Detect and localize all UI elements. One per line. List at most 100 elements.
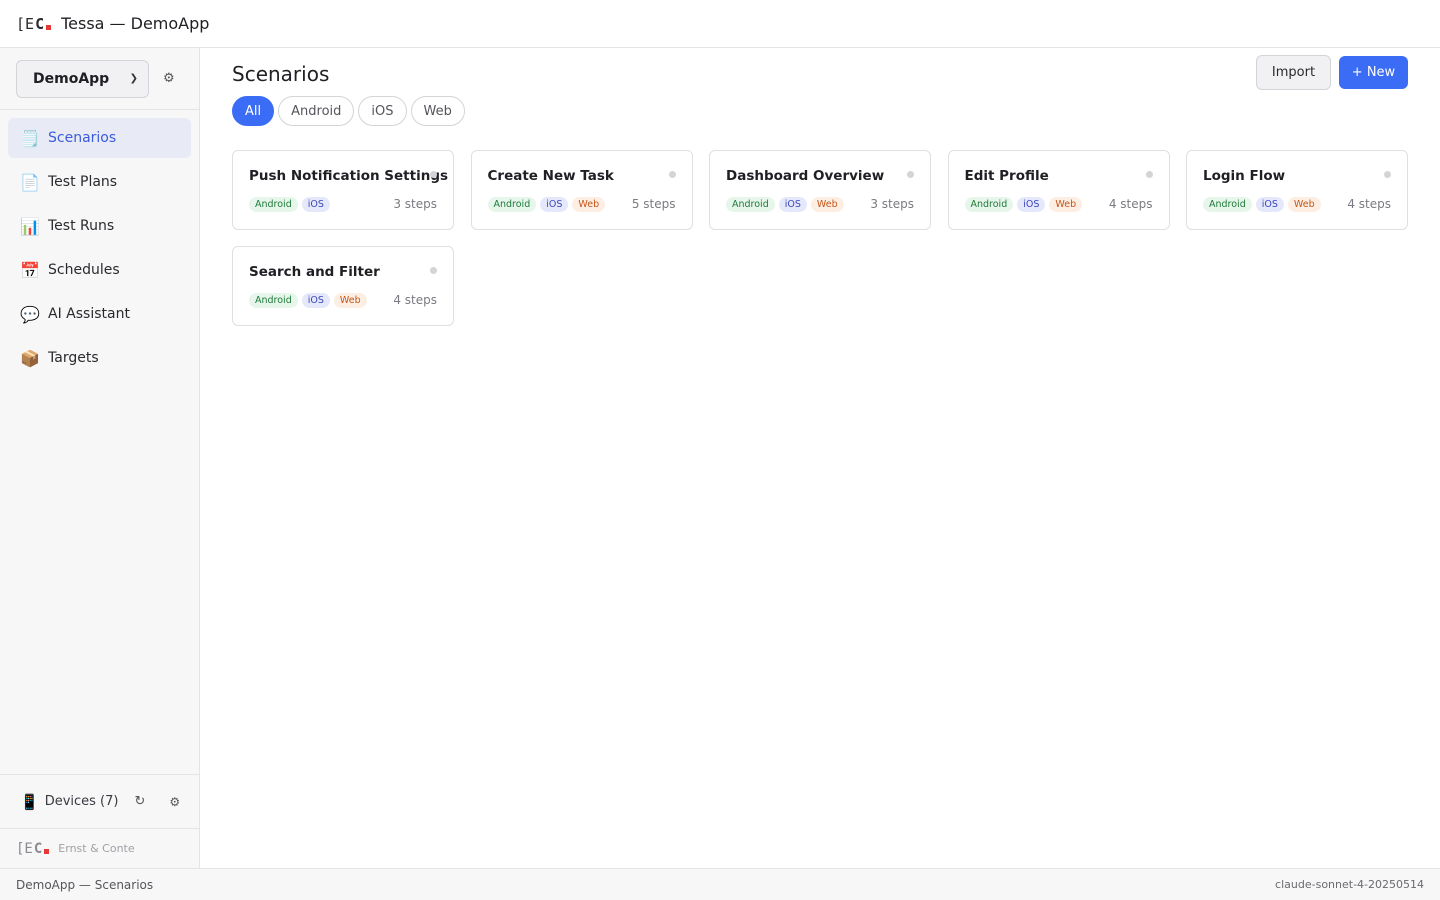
mobile-phone-icon: 📱 <box>20 792 39 811</box>
project-select[interactable]: DemoApp ❯ <box>16 59 149 98</box>
scenario-title: Create New Task <box>487 168 614 184</box>
status-dot-icon <box>430 171 437 178</box>
step-count: 4 steps <box>1108 197 1153 211</box>
sidebar-footer: [E C Ernst & Conte <box>0 828 199 868</box>
platform-badge-web: Web <box>333 293 367 308</box>
devices-label[interactable]: Devices (7) <box>45 794 119 809</box>
import-button[interactable]: Import <box>1256 55 1331 90</box>
footer-logo-red-square <box>44 848 50 854</box>
platform-badge-ios: iOS <box>301 197 330 212</box>
top-bar: [E C Tessa — DemoApp <box>0 0 1440 48</box>
scenario-card[interactable]: Push Notification Settings Android iOS 3 st… <box>232 150 454 230</box>
calendar-icon: 📅 <box>20 260 40 280</box>
filter-chip-android[interactable]: Android <box>278 96 355 126</box>
sidebar-item-ai-assistant[interactable]: 💬 AI Assistant <box>8 294 191 334</box>
app-title: Tessa — DemoApp <box>61 14 210 33</box>
sidebar-nav: 🗒️ Scenarios 📄 Test Plans 📊 Test Runs 📅 Schedul… <box>0 110 199 378</box>
platform-tags: Android iOS Web <box>1203 197 1321 212</box>
platform-badge-ios: iOS <box>778 197 807 212</box>
logo-red-square <box>46 24 52 30</box>
sidebar: DemoApp ❯ ⚙ 🗒️ Scenarios 📄 Test Plans 📊 Test … <box>0 48 200 868</box>
company-name: Ernst & Conte <box>58 842 135 855</box>
sidebar-item-label: Test Runs <box>48 218 115 234</box>
logo-c-text: C <box>35 14 45 33</box>
platform-badge-android: Android <box>249 293 298 308</box>
scenario-title: Edit Profile <box>964 168 1049 184</box>
platform-badge-ios: iOS <box>540 197 569 212</box>
gear-icon[interactable]: ⚙ <box>163 71 175 86</box>
platform-badge-android: Android <box>487 197 537 212</box>
platform-badge-web: Web <box>1049 197 1083 212</box>
refresh-icon[interactable]: ↻ <box>134 794 145 809</box>
platform-badge-android: Android <box>1203 197 1252 212</box>
tessa-logo: [E C <box>16 14 52 33</box>
platform-badge-ios: iOS <box>1017 197 1046 212</box>
platform-badge-web: Web <box>572 197 606 212</box>
document-icon: 📄 <box>20 172 40 192</box>
platform-badge-android: Android <box>964 197 1014 212</box>
platform-tags: Android iOS <box>249 197 330 212</box>
step-count: 3 steps <box>870 197 914 211</box>
page-title: Scenarios <box>232 62 330 86</box>
scenario-card[interactable]: Dashboard Overview Android iOS Web 3 steps <box>709 150 931 230</box>
scenario-card[interactable]: Edit Profile Android iOS Web 4 steps <box>947 150 1170 230</box>
filter-chip-ios[interactable]: iOS <box>358 96 407 126</box>
notepad-icon: 🗒️ <box>20 128 40 148</box>
status-bar: DemoApp — Scenarios claude-sonnet-4-2025… <box>0 868 1440 900</box>
scenario-card[interactable]: Search and Filter Android iOS Web 4 steps <box>232 246 454 326</box>
devices-row: 📱 Devices (7) ↻ ⚙ <box>0 774 199 828</box>
status-dot-icon <box>668 171 676 178</box>
sidebar-item-test-plans[interactable]: 📄 Test Plans <box>8 162 191 202</box>
sidebar-item-label: AI Assistant <box>48 306 130 322</box>
sidebar-item-test-runs[interactable]: 📊 Test Runs <box>8 206 191 246</box>
status-dot-icon <box>430 267 437 274</box>
logo-bracket-text: [E <box>16 14 35 33</box>
platform-tags: Android iOS Web <box>726 197 844 212</box>
platform-tags: Android iOS Web <box>487 197 606 212</box>
status-model: claude-sonnet-4-20250514 <box>1275 878 1424 891</box>
filter-chip-all[interactable]: All <box>232 96 275 126</box>
platform-filters: All Android iOS Web <box>232 96 465 126</box>
sidebar-item-label: Test Plans <box>48 174 118 190</box>
sidebar-item-targets[interactable]: 📦 Targets <box>8 338 191 378</box>
platform-badge-ios: iOS <box>301 293 330 308</box>
project-select-value: DemoApp <box>33 70 110 87</box>
sidebar-item-schedules[interactable]: 📅 Schedules <box>8 250 191 290</box>
scenario-title: Push Notification Settings <box>249 168 449 184</box>
platform-badge-ios: iOS <box>1255 197 1284 212</box>
scenario-card[interactable]: Login Flow Android iOS Web 4 steps <box>1186 150 1408 230</box>
package-icon: 📦 <box>20 348 40 368</box>
chevron-down-icon: ❯ <box>129 73 138 84</box>
bar-chart-icon: 📊 <box>20 216 40 236</box>
devices-gear-icon[interactable]: ⚙ <box>169 795 180 809</box>
company-logo: [E C <box>16 840 50 857</box>
project-row: DemoApp ❯ ⚙ <box>0 48 199 110</box>
scenario-title: Dashboard Overview <box>726 168 885 184</box>
platform-tags: Android iOS Web <box>249 293 367 308</box>
platform-badge-android: Android <box>249 197 298 212</box>
platform-badge-web: Web <box>810 197 844 212</box>
platform-badge-web: Web <box>1287 197 1321 212</box>
main-content: Scenarios Import + New All Android iOS Web … <box>200 48 1440 868</box>
filter-chip-web[interactable]: Web <box>410 96 465 126</box>
sidebar-item-label: Scenarios <box>48 130 117 146</box>
platform-tags: Android iOS Web <box>964 197 1083 212</box>
step-count: 4 steps <box>393 293 437 307</box>
step-count: 5 steps <box>631 197 676 211</box>
footer-logo-c-text: C <box>33 840 43 857</box>
speech-bubble-icon: 💬 <box>20 304 40 324</box>
platform-badge-android: Android <box>726 197 775 212</box>
sidebar-item-label: Schedules <box>48 262 120 278</box>
new-scenario-button[interactable]: + New <box>1339 56 1408 89</box>
status-dot-icon <box>907 171 914 178</box>
sidebar-item-scenarios[interactable]: 🗒️ Scenarios <box>8 118 191 158</box>
sidebar-item-label: Targets <box>48 350 99 366</box>
scenario-card[interactable]: Create New Task Android iOS Web 5 steps <box>470 150 693 230</box>
scenario-title: Login Flow <box>1203 168 1286 184</box>
scenario-title: Search and Filter <box>249 264 380 280</box>
footer-logo-bracket-text: [E <box>16 840 33 857</box>
step-count: 4 steps <box>1347 197 1391 211</box>
step-count: 3 steps <box>393 197 437 211</box>
status-dot-icon <box>1384 171 1391 178</box>
status-dot-icon <box>1145 171 1153 178</box>
